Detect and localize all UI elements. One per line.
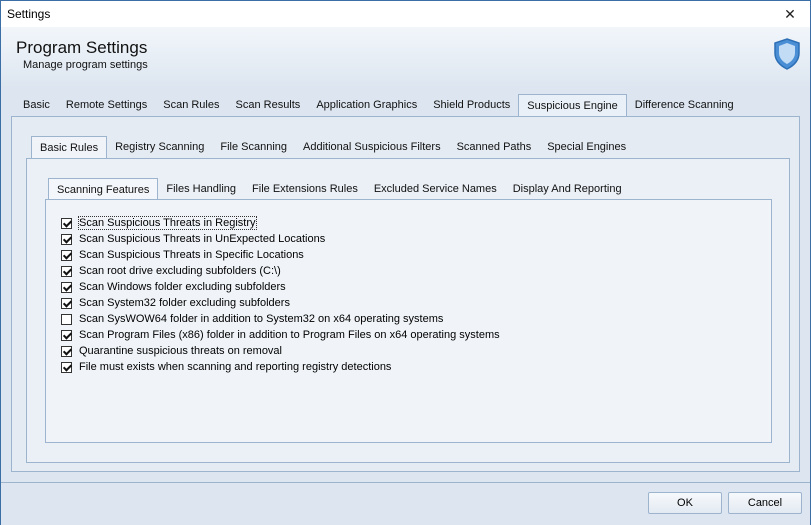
checkbox[interactable]	[61, 313, 72, 325]
ok-button[interactable]: OK	[648, 492, 722, 514]
subtab-additional-suspicious-filters[interactable]: Additional Suspicious Filters	[295, 136, 449, 158]
option-label: Quarantine suspicious threats on removal	[79, 345, 282, 357]
page-title: Program Settings	[16, 38, 148, 57]
subtab-file-scanning[interactable]: File Scanning	[212, 136, 295, 158]
checkbox[interactable]	[61, 217, 72, 229]
tab-shield-products[interactable]: Shield Products	[425, 94, 518, 116]
option-row[interactable]: Scan Program Files (x86) folder in addit…	[61, 327, 500, 343]
checkbox[interactable]	[61, 281, 72, 293]
checkbox[interactable]	[61, 297, 72, 309]
innertab-scanning-features[interactable]: Scanning Features	[48, 178, 159, 200]
innertab-files-handling[interactable]: Files Handling	[158, 178, 244, 200]
innertab-file-extensions-rules[interactable]: File Extensions Rules	[244, 178, 366, 200]
subtab-special-engines[interactable]: Special Engines	[539, 136, 634, 158]
shield-icon	[774, 38, 800, 70]
option-label: Scan SysWOW64 folder in addition to Syst…	[79, 313, 444, 325]
tab-remote-settings[interactable]: Remote Settings	[58, 94, 155, 116]
settings-window: Settings ✕ Program Settings Manage progr…	[0, 0, 811, 525]
title-bar: Settings ✕	[1, 1, 810, 27]
main-tab-strip: Basic Remote Settings Scan Rules Scan Resul…	[15, 94, 742, 116]
option-label: Scan root drive excluding subfolders (C:…	[79, 265, 281, 277]
option-label: Scan System32 folder excluding subfolder…	[79, 297, 290, 309]
tab-scan-results[interactable]: Scan Results	[228, 94, 309, 116]
option-row[interactable]: Scan Suspicious Threats in Registry	[61, 215, 500, 231]
header: Program Settings Manage program settings	[1, 27, 810, 87]
option-label: Scan Windows folder excluding subfolders	[79, 281, 286, 293]
option-label: Scan Suspicious Threats in Registry	[78, 216, 257, 230]
option-row[interactable]: Scan Windows folder excluding subfolders	[61, 279, 500, 295]
option-row[interactable]: Scan Suspicious Threats in Specific Loca…	[61, 247, 500, 263]
option-row[interactable]: Scan Suspicious Threats in UnExpected Lo…	[61, 231, 500, 247]
page-subtitle: Manage program settings	[23, 59, 148, 71]
checkbox[interactable]	[61, 361, 72, 373]
innertab-excluded-service-names[interactable]: Excluded Service Names	[366, 178, 505, 200]
checkbox[interactable]	[61, 265, 72, 277]
option-label: File must exists when scanning and repor…	[79, 361, 392, 373]
checkbox[interactable]	[61, 329, 72, 341]
tab-scan-rules[interactable]: Scan Rules	[155, 94, 227, 116]
subtab-basic-rules[interactable]: Basic Rules	[31, 136, 108, 158]
option-row[interactable]: Scan root drive excluding subfolders (C:…	[61, 263, 500, 279]
innertab-display-and-reporting[interactable]: Display And Reporting	[505, 178, 630, 200]
tab-difference-scanning[interactable]: Difference Scanning	[627, 94, 742, 116]
tab-application-graphics[interactable]: Application Graphics	[308, 94, 425, 116]
option-label: Scan Program Files (x86) folder in addit…	[79, 329, 500, 341]
tab-basic[interactable]: Basic	[15, 94, 58, 116]
checkbox[interactable]	[61, 233, 72, 245]
subtab-registry-scanning[interactable]: Registry Scanning	[107, 136, 212, 158]
scanning-features-list: Scan Suspicious Threats in Registry Scan …	[61, 215, 500, 375]
option-row[interactable]: File must exists when scanning and repor…	[61, 359, 500, 375]
window-title: Settings	[7, 7, 51, 21]
option-row[interactable]: Scan SysWOW64 folder in addition to Syst…	[61, 311, 500, 327]
option-row[interactable]: Scan System32 folder excluding subfolder…	[61, 295, 500, 311]
subtab-scanned-paths[interactable]: Scanned Paths	[449, 136, 540, 158]
checkbox[interactable]	[61, 249, 72, 261]
sub-tab-strip: Basic Rules Registry Scanning File Scannin…	[31, 136, 634, 158]
option-label: Scan Suspicious Threats in Specific Loca…	[79, 249, 304, 261]
tab-suspicious-engine[interactable]: Suspicious Engine	[518, 94, 627, 116]
option-label: Scan Suspicious Threats in UnExpected Lo…	[79, 233, 326, 245]
option-row[interactable]: Quarantine suspicious threats on removal	[61, 343, 500, 359]
checkbox[interactable]	[61, 345, 72, 357]
close-icon[interactable]: ✕	[770, 1, 810, 27]
cancel-button[interactable]: Cancel	[728, 492, 802, 514]
inner-tab-strip: Scanning Features Files Handling File Exte…	[48, 178, 630, 200]
